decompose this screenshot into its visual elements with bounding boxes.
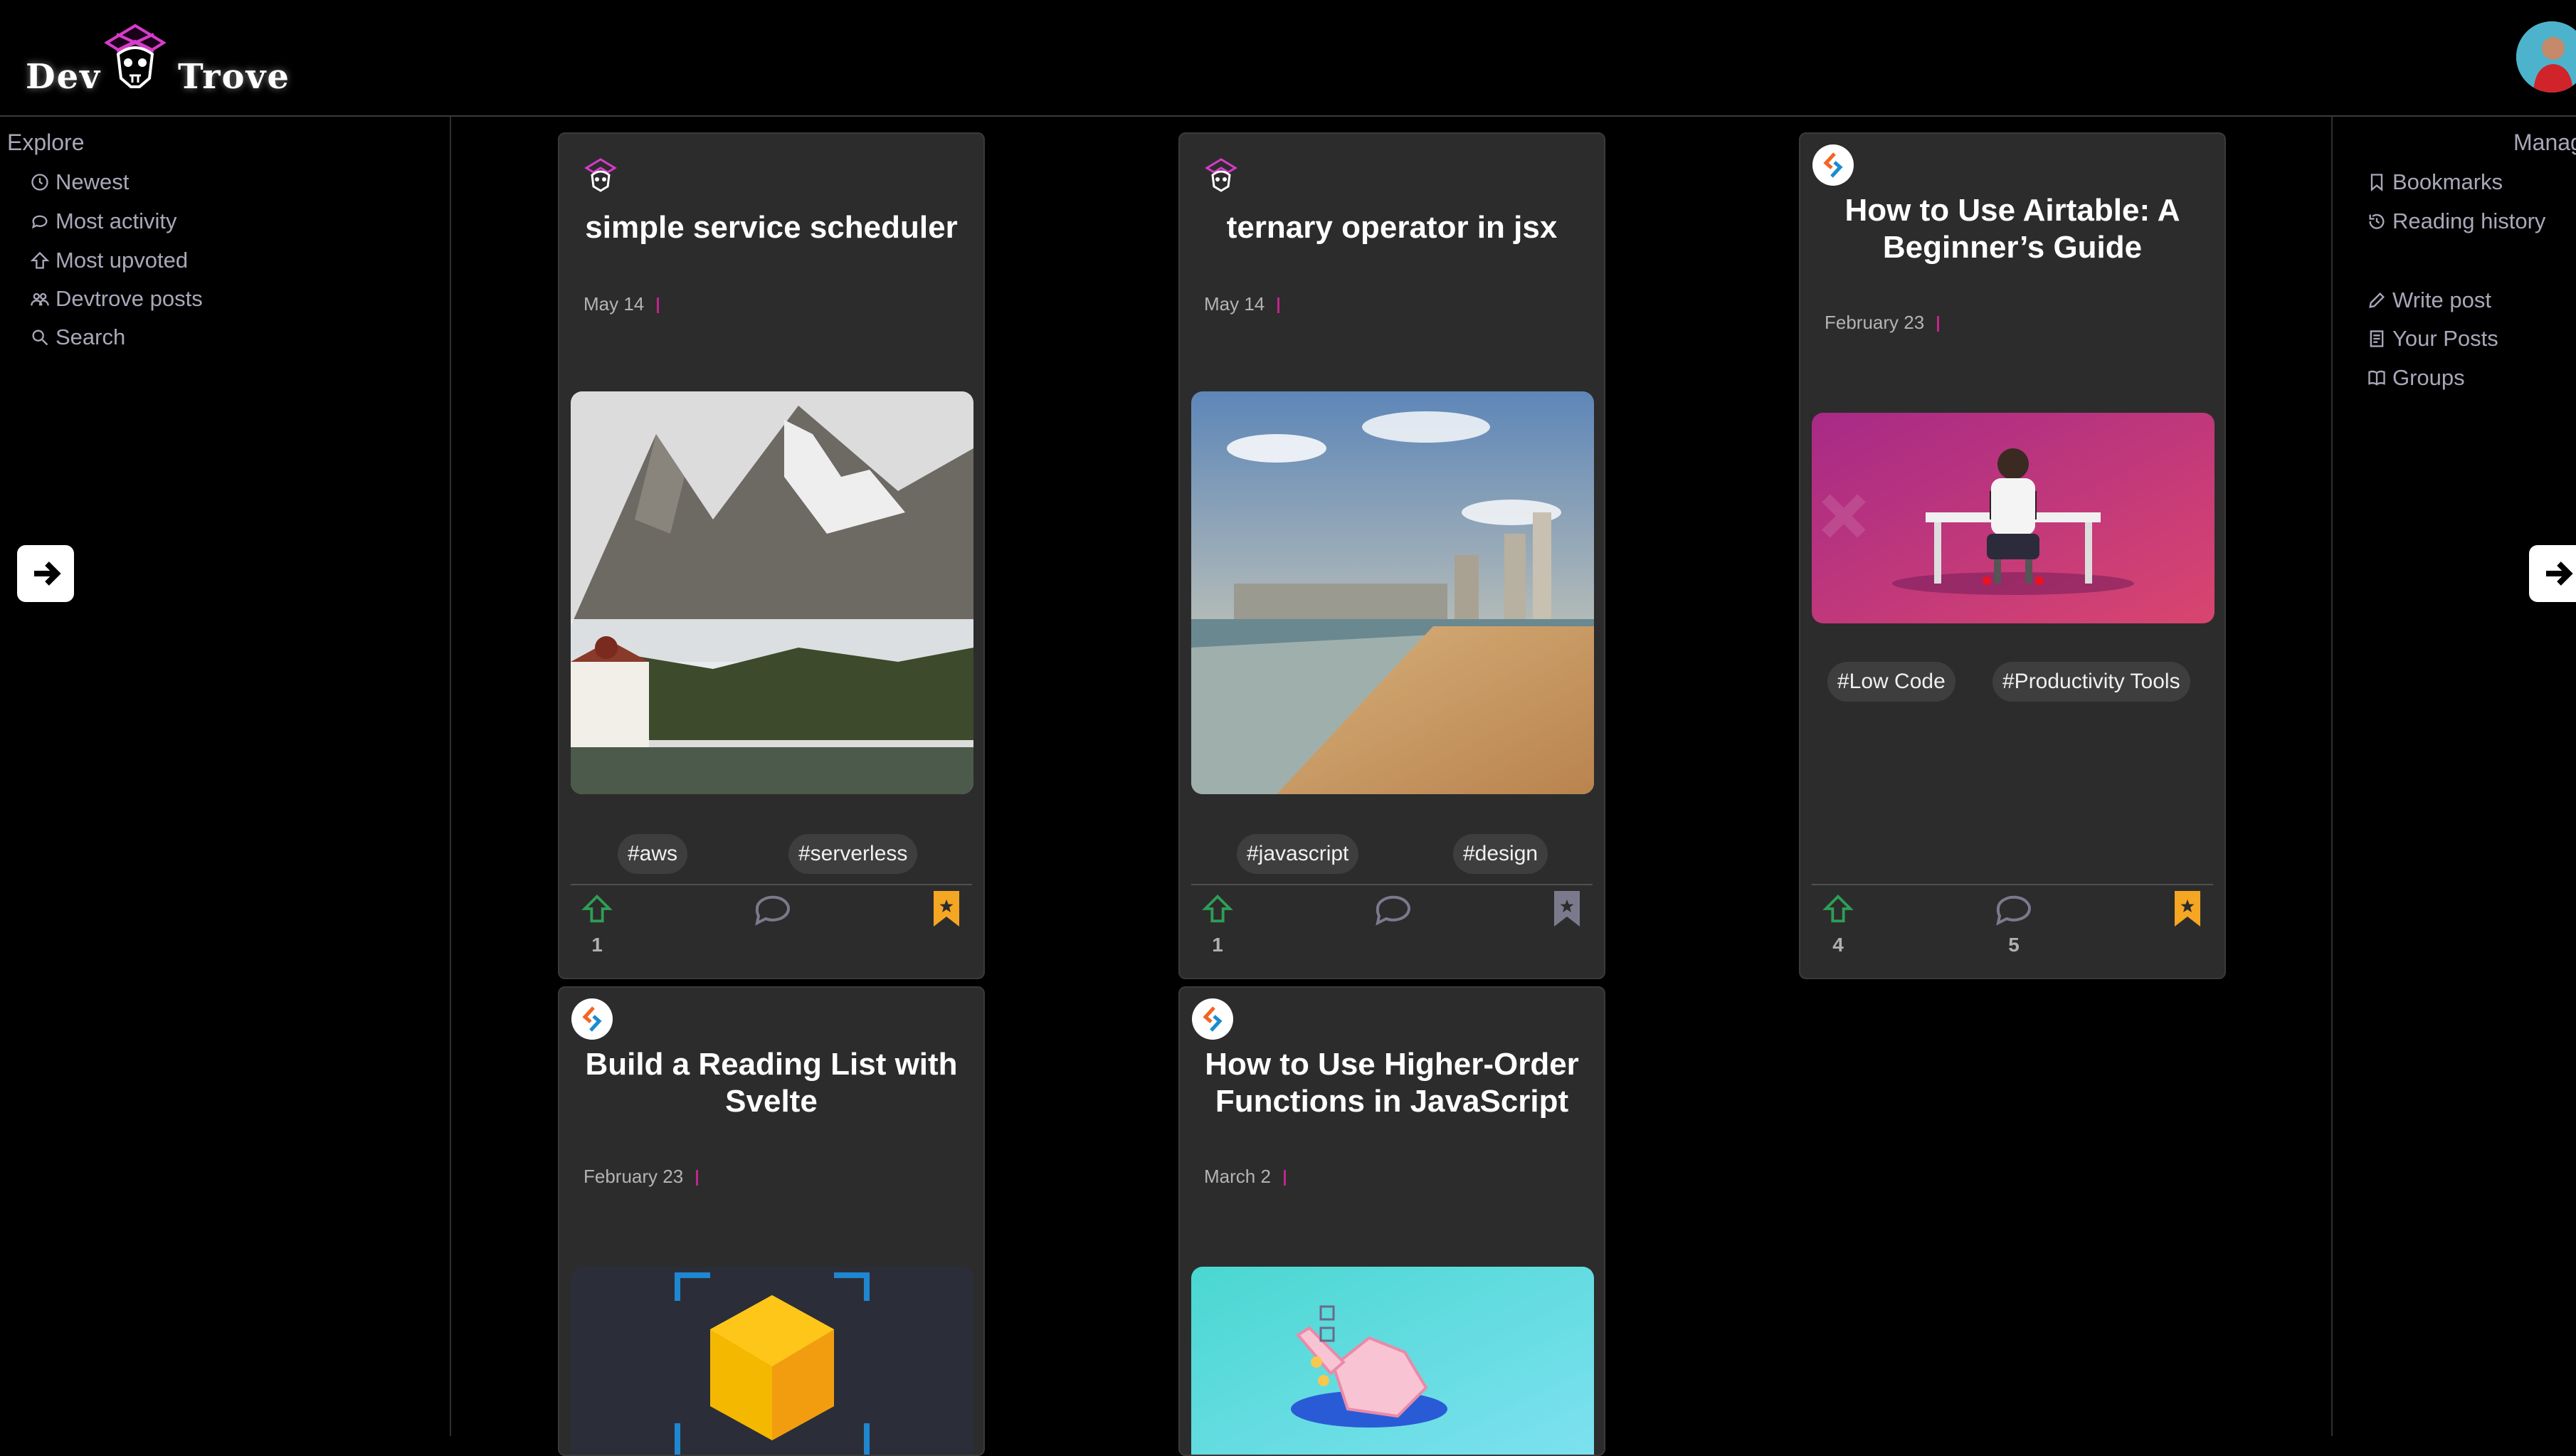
explore-sidebar: Explore Newest Most activity Most upvote… <box>0 117 451 1436</box>
nav-your-posts-label: Your Posts <box>2392 326 2498 351</box>
nav-most-activity[interactable]: Most activity <box>30 209 177 234</box>
post-title[interactable]: simple service scheduler <box>574 209 969 246</box>
comment-icon[interactable] <box>753 892 793 928</box>
post-tag[interactable]: #javascript <box>1237 834 1359 874</box>
post-tag[interactable]: #Productivity Tools <box>1992 662 2190 702</box>
user-avatar[interactable] <box>2516 21 2576 93</box>
comment-count: 5 <box>2008 934 2020 956</box>
post-card[interactable]: How to Use Airtable: A Beginner’s Guide … <box>1799 132 2226 979</box>
clock-icon <box>31 174 48 191</box>
explore-heading: Explore <box>7 130 85 155</box>
nav-most-upvoted[interactable]: Most upvoted <box>30 248 188 273</box>
arrow-right-icon <box>34 561 61 586</box>
upvote-count: 4 <box>1832 934 1844 956</box>
bookmark-icon[interactable] <box>931 890 962 928</box>
document-icon <box>2370 330 2384 347</box>
chat-icon <box>31 215 48 229</box>
post-title[interactable]: How to Use Higher-Order Functions in Jav… <box>1194 1046 1590 1120</box>
pencil-icon <box>2369 292 2385 308</box>
nav-write-post[interactable]: Write post <box>2367 287 2491 313</box>
post-tag[interactable]: #aws <box>618 834 688 874</box>
nav-groups-label: Groups <box>2392 365 2465 390</box>
nav-reading-history-label: Reading history <box>2392 209 2546 233</box>
sitepoint-source-icon <box>1192 998 1233 1040</box>
nav-devtrove-posts[interactable]: Devtrove posts <box>30 286 203 312</box>
history-icon <box>2369 213 2385 229</box>
manage-heading: Manage <box>2513 130 2576 155</box>
logo-word-trove: Trove <box>178 57 290 97</box>
comment-icon[interactable] <box>1373 892 1413 928</box>
comment-icon[interactable] <box>1994 892 2034 928</box>
post-card[interactable]: Build a Reading List with Svelte Februar… <box>558 986 985 1456</box>
card-divider <box>571 884 972 885</box>
arrow-right-icon <box>2546 561 2573 586</box>
post-card[interactable]: How to Use Higher-Order Functions in Jav… <box>1178 986 1605 1456</box>
user-photo <box>2516 21 2576 93</box>
post-date: May 14 <box>1204 293 1279 315</box>
nav-bookmarks[interactable]: Bookmarks <box>2367 169 2503 195</box>
nav-newest-label: Newest <box>56 169 130 194</box>
post-title[interactable]: Build a Reading List with Svelte <box>574 1046 969 1120</box>
manage-sidebar: Manage Bookmarks Reading history Write p… <box>2331 117 2576 1436</box>
post-date: March 2 <box>1204 1166 1286 1188</box>
bookmark-icon[interactable] <box>2172 890 2203 928</box>
post-cover-image[interactable] <box>1812 413 2215 623</box>
desk-worker-image <box>1812 413 2215 623</box>
upvote-icon <box>30 251 50 269</box>
search-icon <box>32 329 48 346</box>
book-icon <box>2368 370 2385 386</box>
nav-most-activity-label: Most activity <box>56 209 177 233</box>
upvote-count: 1 <box>591 934 603 956</box>
sitepoint-source-icon <box>1812 144 1854 186</box>
post-tag[interactable]: #serverless <box>788 834 918 874</box>
card-divider <box>1812 884 2213 885</box>
expand-left-button[interactable] <box>17 545 74 602</box>
nav-reading-history[interactable]: Reading history <box>2367 209 2545 234</box>
upvote-icon[interactable] <box>581 892 613 925</box>
card-divider <box>1191 884 1593 885</box>
post-date: February 23 <box>1825 312 1939 334</box>
nav-your-posts[interactable]: Your Posts <box>2367 326 2498 352</box>
nav-search[interactable]: Search <box>30 325 125 350</box>
bookmark-icon[interactable] <box>1551 890 1583 928</box>
sitepoint-source-icon <box>571 998 613 1040</box>
post-tag[interactable]: #design <box>1453 834 1548 874</box>
post-cover-image[interactable] <box>1191 1267 1594 1455</box>
post-card[interactable]: simple service scheduler May 14 #aws #se… <box>558 132 985 979</box>
upvote-count: 1 <box>1212 934 1223 956</box>
post-tag[interactable]: #Low Code <box>1827 662 1955 702</box>
nav-bookmarks-label: Bookmarks <box>2392 169 2503 194</box>
post-cover-image[interactable] <box>571 391 973 794</box>
beach-city-image <box>1191 391 1594 794</box>
mountain-lake-image <box>571 391 973 794</box>
nav-search-label: Search <box>56 325 126 349</box>
logo-word-dev: Dev <box>26 57 102 97</box>
expand-right-button[interactable] <box>2529 545 2576 602</box>
pirate-skull-icon <box>104 23 167 88</box>
nav-groups[interactable]: Groups <box>2367 365 2465 391</box>
devtrove-source-icon <box>1205 158 1237 192</box>
post-date: May 14 <box>584 293 659 315</box>
group-icon <box>31 292 49 306</box>
pointing-hand-image <box>1191 1267 1594 1455</box>
devtrove-logo[interactable]: Dev Trove <box>21 13 292 105</box>
post-date: February 23 <box>584 1166 698 1188</box>
yellow-cube-image <box>571 1267 973 1455</box>
post-title[interactable]: ternary operator in jsx <box>1194 209 1590 246</box>
nav-most-upvoted-label: Most upvoted <box>56 248 189 273</box>
top-bar: Dev Trove <box>0 0 2576 117</box>
bookmark-icon <box>2370 174 2383 191</box>
post-cover-image[interactable] <box>1191 391 1594 794</box>
nav-newest[interactable]: Newest <box>30 169 129 195</box>
upvote-icon[interactable] <box>1201 892 1234 925</box>
devtrove-source-icon <box>584 158 617 192</box>
post-cover-image[interactable] <box>571 1267 973 1455</box>
nav-devtrove-posts-label: Devtrove posts <box>56 286 203 311</box>
post-title[interactable]: How to Use Airtable: A Beginner’s Guide <box>1815 192 2210 266</box>
post-card[interactable]: ternary operator in jsx May 14 #javascri… <box>1178 132 1605 979</box>
upvote-icon[interactable] <box>1822 892 1854 925</box>
nav-write-post-label: Write post <box>2392 287 2491 312</box>
